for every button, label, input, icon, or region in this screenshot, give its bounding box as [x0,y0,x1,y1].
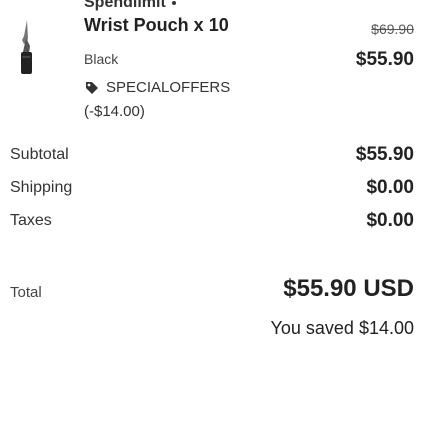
taxes-label: Taxes [10,212,52,229]
dot-icon [171,0,176,5]
item-final-price: $55.90 [355,49,414,70]
clipped-header-text: Spendlimit [84,0,176,12]
subtotal-value: $55.90 [355,144,414,165]
total-label: Total [10,284,42,301]
taxes-value: $0.00 [366,210,414,231]
item-title: Wrist Pouch x 10 [84,15,229,35]
discount-amount: (-$14.00) [84,103,145,120]
subtotal-label: Subtotal [10,146,69,163]
original-price: $69.90 [371,21,414,37]
wrist-pouch-product-image [21,20,32,74]
item-variant: Black [84,51,119,67]
tag-icon [86,81,98,94]
shipping-label: Shipping [10,179,73,196]
discount-code-row: SPECIALOFFERS [84,79,230,96]
savings-text: You saved $14.00 [270,318,414,338]
total-value: $55.90 USD [283,275,414,302]
discount-code: SPECIALOFFERS [106,79,231,96]
shipping-value: $0.00 [366,177,414,198]
